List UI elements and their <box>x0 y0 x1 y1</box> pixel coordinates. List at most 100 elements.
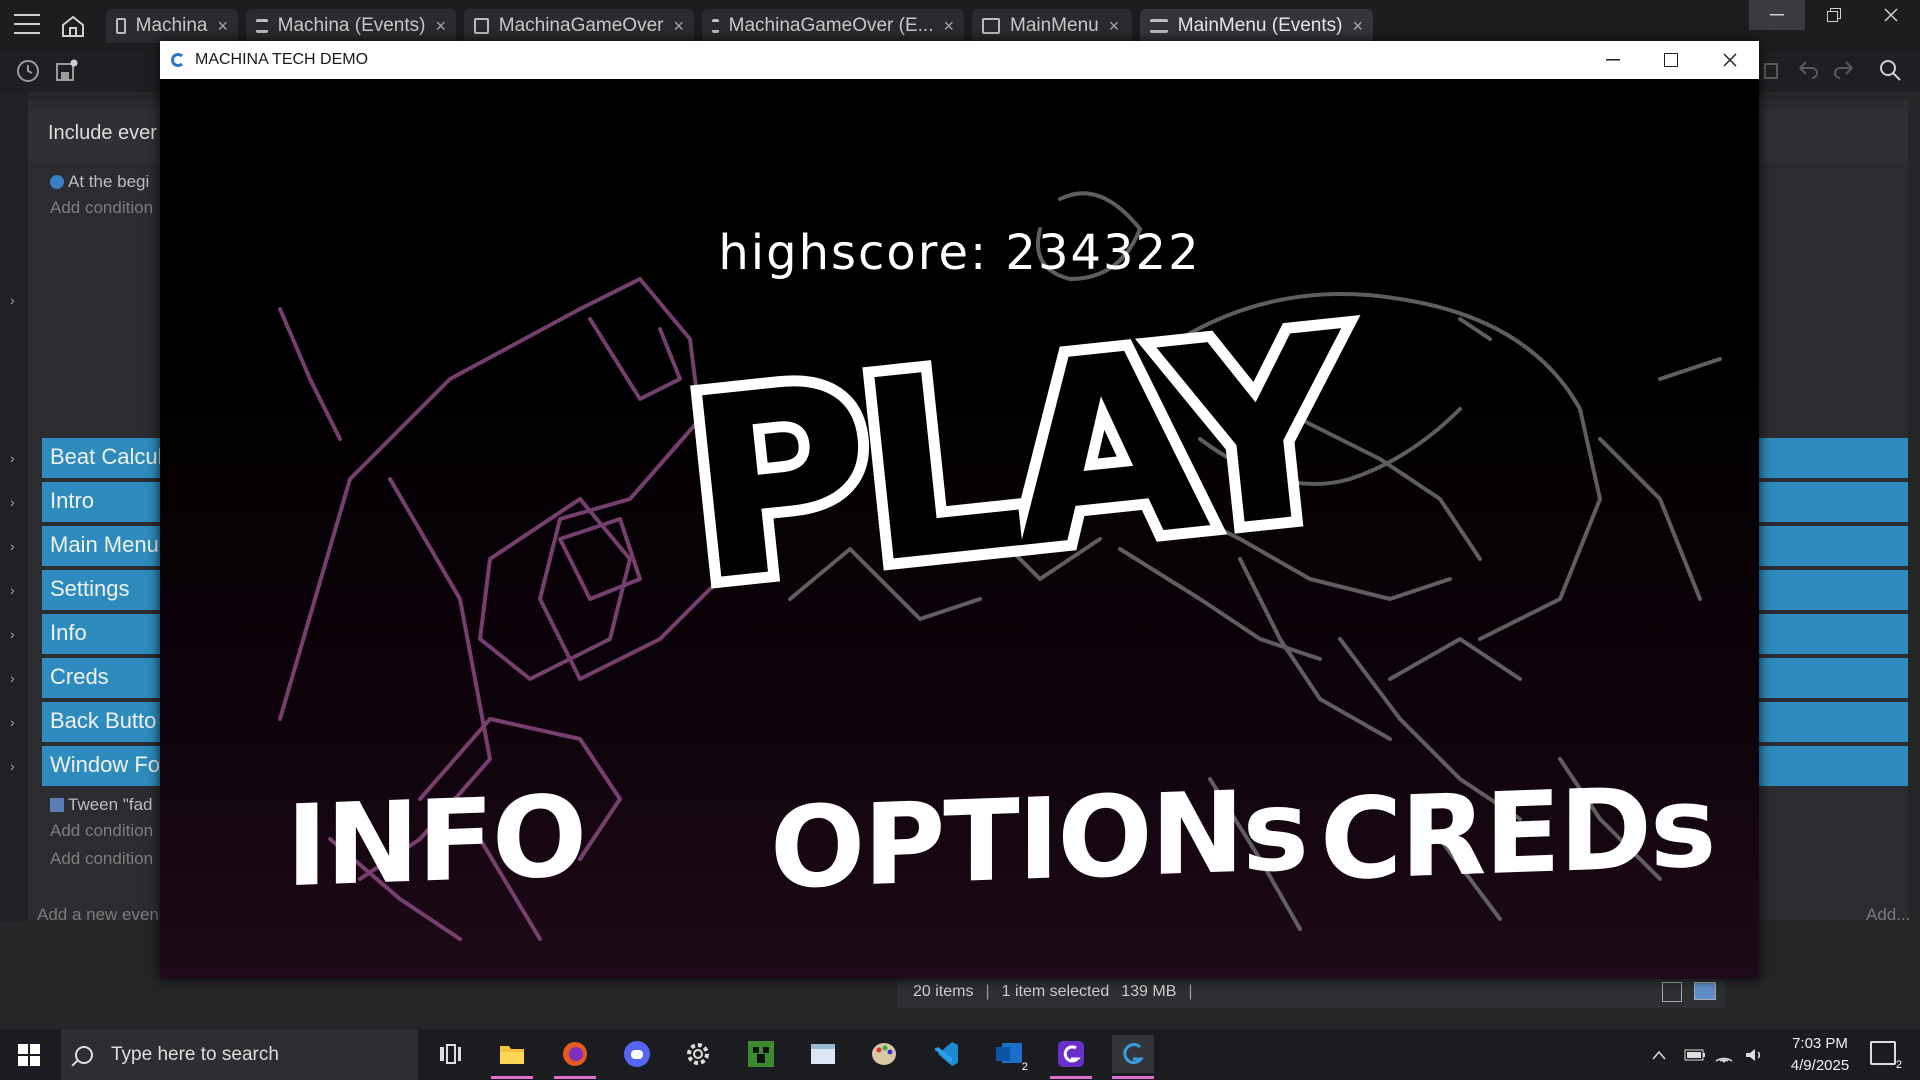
tab-machina-events[interactable]: Machina (Events) × <box>246 9 456 43</box>
game-window-titlebar[interactable]: MACHINA TECH DEMO <box>160 41 1759 79</box>
info-button[interactable]: INFO <box>286 772 585 912</box>
paint-icon[interactable] <box>802 1035 844 1073</box>
running-indicator <box>1050 1076 1092 1079</box>
chevron-right-icon[interactable]: › <box>10 538 15 554</box>
selection-size: 139 MB <box>1121 983 1177 1000</box>
options-button[interactable]: OPTIONs <box>770 766 1307 915</box>
tab-label: MachinaGameOver <box>498 15 664 36</box>
chevron-right-icon[interactable]: › <box>10 758 15 774</box>
taskbar-search-box[interactable]: Type here to search <box>61 1029 418 1080</box>
add-condition-link[interactable]: Add condition <box>50 821 153 841</box>
scene-icon <box>474 18 489 34</box>
tween-action[interactable]: Tween "fad <box>50 795 152 815</box>
close-tab-icon[interactable]: × <box>217 16 228 37</box>
chevron-right-icon[interactable]: › <box>10 292 15 308</box>
restore-icon[interactable] <box>1806 0 1862 30</box>
search-icon <box>75 1045 93 1064</box>
close-tab-icon[interactable]: × <box>1352 16 1363 37</box>
at-beginning-condition[interactable]: At the begi <box>50 172 149 192</box>
firefox-icon[interactable] <box>554 1035 596 1079</box>
selection-count: 1 item selected <box>1001 983 1110 1000</box>
notification-icon[interactable]: 2 <box>1870 1041 1902 1071</box>
details-view-icon[interactable] <box>1662 982 1682 1002</box>
add-menu-link[interactable]: Add... <box>1866 905 1910 925</box>
include-label: Include ever <box>48 122 157 144</box>
delete-icon[interactable] <box>1757 58 1785 86</box>
gdevelop-game-icon[interactable] <box>1112 1035 1154 1079</box>
tab-mainmenu-events[interactable]: MainMenu (Events) × <box>1140 9 1373 43</box>
chevron-right-icon[interactable]: › <box>10 670 15 686</box>
minimize-icon[interactable] <box>1584 41 1642 79</box>
windows-start-icon[interactable] <box>18 1044 40 1066</box>
game-window: MACHINA TECH DEMO highscore: 234322 PLAY… <box>160 41 1759 979</box>
running-indicator <box>1112 1076 1154 1079</box>
search-placeholder: Type here to search <box>111 1043 279 1065</box>
close-tab-icon[interactable]: × <box>943 16 954 37</box>
undo-icon[interactable] <box>1794 58 1822 86</box>
tab-label: MainMenu (Events) <box>1177 15 1343 36</box>
large-icons-view-icon[interactable] <box>1694 982 1716 1000</box>
settings-gear-icon[interactable] <box>677 1035 719 1073</box>
highscore-label: highscore: 234322 <box>718 225 1201 281</box>
palette-icon[interactable] <box>863 1035 905 1073</box>
tween-icon <box>50 798 64 812</box>
play-button[interactable]: PLAY <box>663 269 1365 698</box>
chevron-right-icon[interactable]: › <box>10 626 15 642</box>
clock-date: 4/9/2025 <box>1790 1057 1850 1074</box>
save-icon[interactable] <box>52 58 80 86</box>
running-indicator <box>491 1076 533 1079</box>
tab-label: Machina (Events) <box>277 15 426 36</box>
minecraft-icon[interactable] <box>740 1035 782 1073</box>
tab-machina[interactable]: Machina × <box>106 9 238 43</box>
add-condition-link[interactable]: Add condition <box>50 849 153 869</box>
tab-label: Machina <box>135 15 208 36</box>
events-icon <box>256 19 268 33</box>
close-tab-icon[interactable]: × <box>673 16 684 37</box>
wifi-icon[interactable] <box>1714 1029 1738 1080</box>
tab-machinagameover-events[interactable]: MachinaGameOver (E... × <box>702 9 964 43</box>
tab-label: MainMenu <box>1010 15 1099 36</box>
creds-button[interactable]: CREDs <box>1320 762 1715 906</box>
gdevelop-icon <box>171 53 185 67</box>
chevron-up-icon[interactable] <box>1652 1029 1676 1080</box>
volume-icon[interactable] <box>1744 1029 1768 1080</box>
history-icon[interactable] <box>14 58 42 86</box>
tab-mainmenu[interactable]: MainMenu × <box>972 9 1132 43</box>
task-view-icon[interactable] <box>429 1035 471 1073</box>
minimize-icon[interactable] <box>1749 0 1805 30</box>
tab-label: MachinaGameOver (E... <box>728 15 934 36</box>
tab-machinagameover[interactable]: MachinaGameOver × <box>464 9 694 43</box>
close-icon[interactable] <box>1701 41 1759 79</box>
running-indicator <box>554 1076 596 1079</box>
close-tab-icon[interactable]: × <box>1109 16 1120 37</box>
search-icon[interactable] <box>1876 58 1904 86</box>
close-tab-icon[interactable]: × <box>435 16 446 37</box>
maximize-icon[interactable] <box>1642 41 1700 79</box>
chevron-right-icon[interactable]: › <box>10 714 15 730</box>
chevron-right-icon[interactable]: › <box>10 450 15 466</box>
scene-start-icon <box>50 175 64 189</box>
window-title: MACHINA TECH DEMO <box>195 51 369 68</box>
events-icon <box>712 19 719 33</box>
taskbar: Type here to search 2 7:03 PM 4/9/2025 2 <box>0 1029 1920 1080</box>
gdevelop-icon[interactable] <box>1050 1035 1092 1079</box>
chevron-right-icon[interactable]: › <box>10 582 15 598</box>
chevron-right-icon[interactable]: › <box>10 494 15 510</box>
add-new-event-link[interactable]: Add a new even <box>37 905 159 925</box>
vscode-icon[interactable] <box>925 1035 967 1073</box>
file-explorer-icon[interactable] <box>491 1035 533 1079</box>
hamburger-menu-icon[interactable] <box>14 14 40 36</box>
outlook-badge: 2 <box>1021 1061 1028 1073</box>
item-count: 20 items <box>913 983 974 1000</box>
home-icon[interactable] <box>60 14 86 38</box>
battery-icon[interactable] <box>1684 1029 1708 1080</box>
clock-time: 7:03 PM <box>1792 1035 1848 1052</box>
add-condition-link[interactable]: Add condition <box>50 198 153 218</box>
close-window-icon[interactable] <box>1863 0 1919 30</box>
discord-icon[interactable] <box>616 1035 658 1073</box>
outlook-icon[interactable]: 2 <box>988 1035 1030 1073</box>
redo-icon[interactable] <box>1830 58 1858 86</box>
desktop: Machina × Machina (Events) × MachinaGame… <box>0 0 1920 1080</box>
game-canvas[interactable]: highscore: 234322 PLAY INFO OPTIONs CRED… <box>160 79 1759 979</box>
taskbar-clock[interactable]: 7:03 PM 4/9/2025 <box>1780 1033 1860 1077</box>
